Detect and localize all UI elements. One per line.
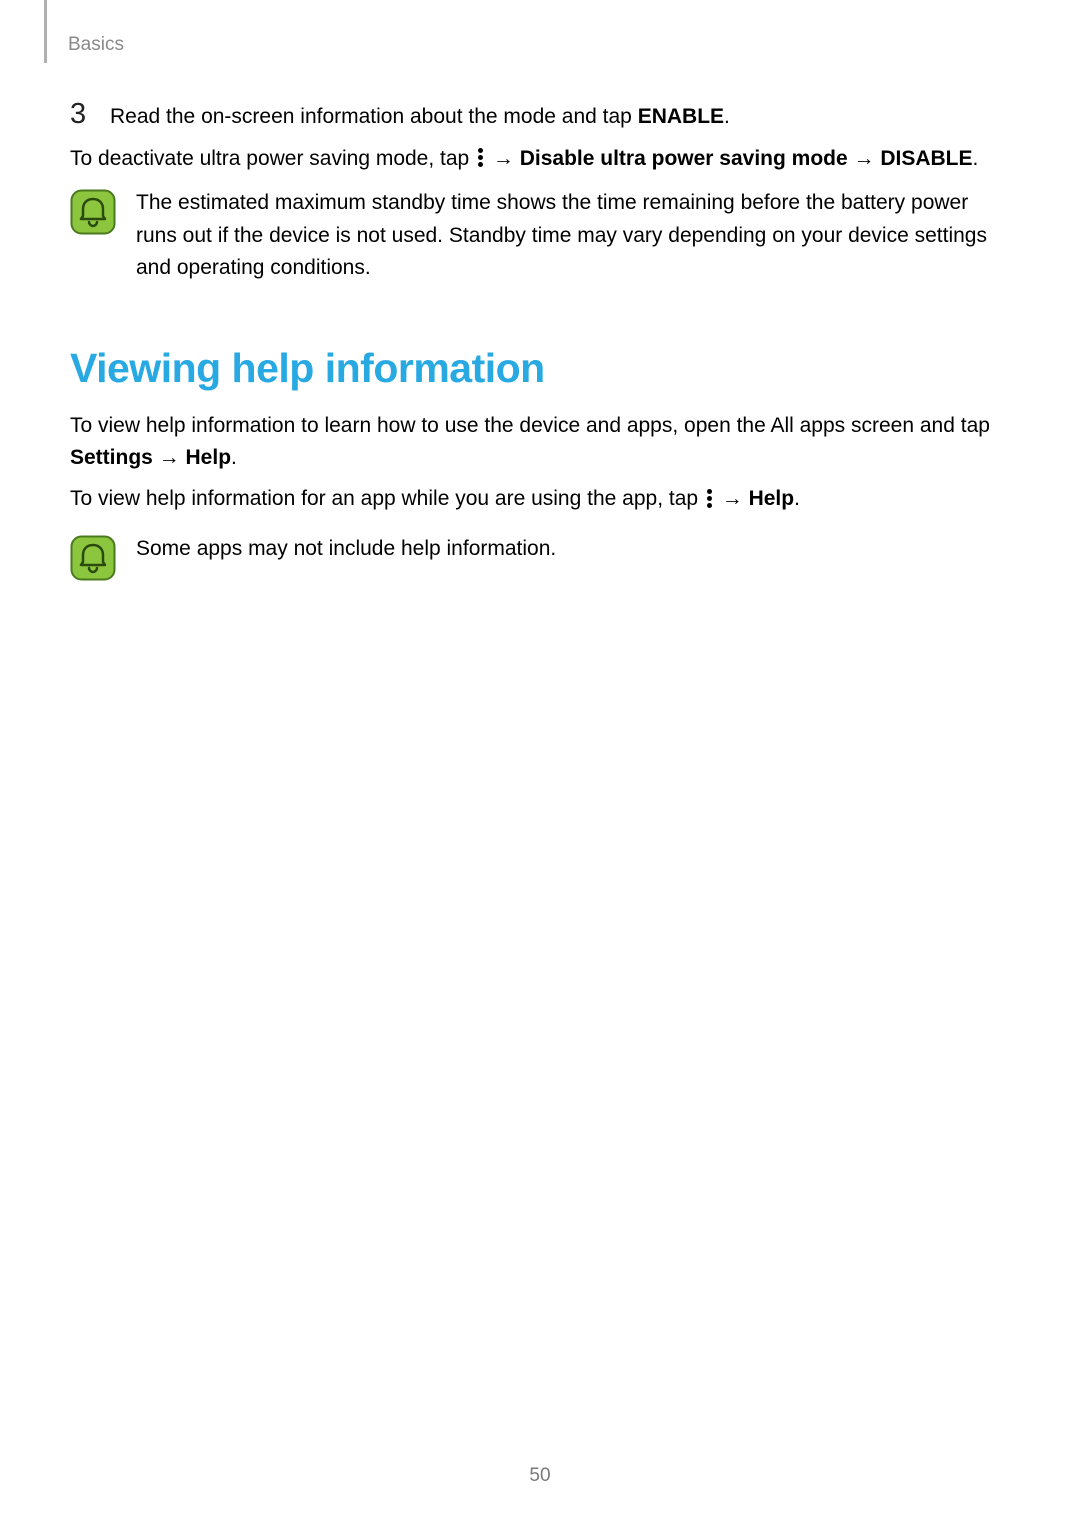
help2-arrow: → <box>716 487 749 510</box>
help1-post: . <box>231 446 237 469</box>
note-standby-text: The estimated maximum standby time shows… <box>136 187 1010 285</box>
deactivate-option: Disable ultra power saving mode <box>520 147 848 170</box>
step-text-post: . <box>724 105 730 128</box>
note-some-apps-text: Some apps may not include help informati… <box>136 533 556 566</box>
more-options-icon <box>707 487 713 510</box>
note-standby: The estimated maximum standby time shows… <box>70 187 1010 285</box>
step-text: Read the on-screen information about the… <box>110 101 730 133</box>
step-3: 3 Read the on-screen information about t… <box>70 100 1010 133</box>
note-icon <box>70 535 116 581</box>
deactivate-post: . <box>973 147 979 170</box>
step-number: 3 <box>70 100 110 129</box>
step-text-enable: ENABLE <box>638 105 724 128</box>
header-rule <box>44 0 47 63</box>
help1-help: Help <box>186 446 232 469</box>
help2-post: . <box>794 487 800 510</box>
help2-help: Help <box>749 487 795 510</box>
disable-label: DISABLE <box>880 147 972 170</box>
heading-viewing-help: Viewing help information <box>70 345 1010 392</box>
page-number: 50 <box>0 1465 1080 1487</box>
help1-arrow: → <box>153 446 186 469</box>
page-content: 3 Read the on-screen information about t… <box>70 100 1010 611</box>
step-text-pre: Read the on-screen information about the… <box>110 105 638 128</box>
note-some-apps: Some apps may not include help informati… <box>70 533 1010 581</box>
header-section-label: Basics <box>68 34 124 56</box>
note-icon <box>70 189 116 235</box>
help-paragraph-1: To view help information to learn how to… <box>70 410 1010 475</box>
more-options-icon <box>478 146 484 169</box>
arrow-2: → <box>848 147 881 170</box>
help-paragraph-2: To view help information for an app whil… <box>70 483 1010 516</box>
deactivate-pre: To deactivate ultra power saving mode, t… <box>70 147 475 170</box>
help1-settings: Settings <box>70 446 153 469</box>
help1-pre: To view help information to learn how to… <box>70 414 990 437</box>
deactivate-paragraph: To deactivate ultra power saving mode, t… <box>70 143 1010 176</box>
arrow-1: → <box>487 147 520 170</box>
help2-pre: To view help information for an app whil… <box>70 487 704 510</box>
